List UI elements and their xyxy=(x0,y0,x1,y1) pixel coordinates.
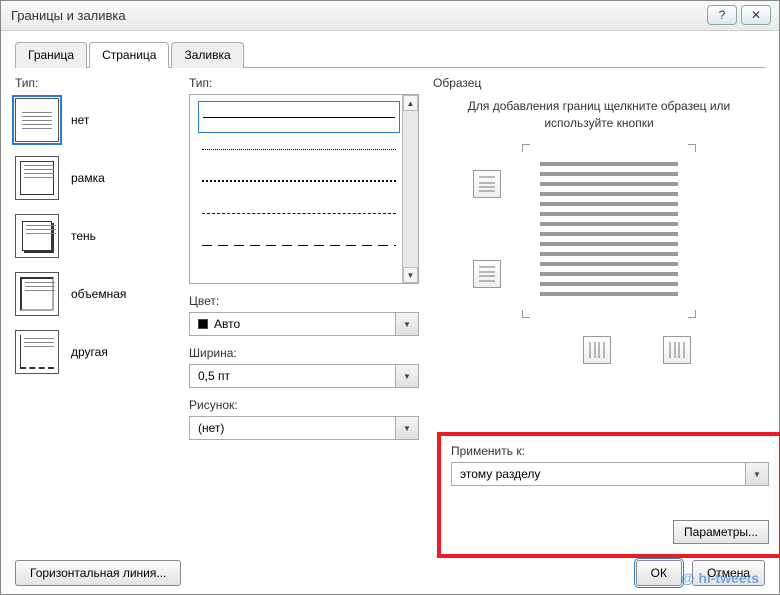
color-label: Цвет: xyxy=(189,294,419,308)
edge-right-button[interactable] xyxy=(663,336,691,364)
line-style-scrollbar[interactable]: ▲ ▼ xyxy=(402,95,418,283)
line-style-list[interactable]: ▲ ▼ xyxy=(189,94,419,284)
setting-custom-icon xyxy=(15,330,59,374)
apply-to-block: Применить к: этому разделу Параметры... xyxy=(437,432,780,558)
cancel-label: Отмена xyxy=(707,566,750,580)
art-combo[interactable]: (нет) xyxy=(189,416,419,440)
setting-shadow-icon xyxy=(15,214,59,258)
setting-label: Тип: xyxy=(15,76,175,90)
help-button[interactable]: ? xyxy=(707,5,737,25)
horizontal-line-button[interactable]: Горизонтальная линия... xyxy=(15,560,181,586)
edge-left-button[interactable] xyxy=(583,336,611,364)
setting-box-icon xyxy=(15,156,59,200)
tab-border[interactable]: Граница xyxy=(15,42,87,68)
settings-list: нет рамка xyxy=(15,94,175,374)
tab-shading[interactable]: Заливка xyxy=(171,42,243,68)
apply-to-combo[interactable]: этому разделу xyxy=(451,462,769,486)
art-value: (нет) xyxy=(198,421,224,435)
bottom-bar: Горизонтальная линия... ОК Отмена xyxy=(15,560,765,586)
setting-box-label: рамка xyxy=(71,171,105,185)
preview-label: Образец xyxy=(433,76,765,90)
preview-page[interactable] xyxy=(528,150,690,312)
border-left-icon xyxy=(587,340,607,360)
edge-bottom-button[interactable] xyxy=(473,260,501,288)
edge-top-button[interactable] xyxy=(473,170,501,198)
apply-to-value: этому разделу xyxy=(460,467,540,481)
color-combo[interactable]: Авто xyxy=(189,312,419,336)
dialog-buttons: ОК Отмена xyxy=(636,560,765,586)
color-value: Авто xyxy=(214,317,240,331)
horizontal-line-label: Горизонтальная линия... xyxy=(30,566,166,580)
setting-none-icon xyxy=(15,98,59,142)
preview-lines-icon xyxy=(540,162,678,300)
art-field: Рисунок: (нет) xyxy=(189,398,419,440)
line-style-sparse-dots[interactable] xyxy=(198,165,400,197)
line-style-dotted[interactable] xyxy=(198,133,400,165)
setting-shadow-label: тень xyxy=(71,229,96,243)
color-swatch-icon xyxy=(198,319,208,329)
border-bottom-icon xyxy=(477,264,497,284)
line-style-long-dash[interactable] xyxy=(198,229,400,261)
border-top-icon xyxy=(477,174,497,194)
setting-custom-label: другая xyxy=(71,345,108,359)
ok-label: ОК xyxy=(651,566,667,580)
setting-column: Тип: нет рамка xyxy=(15,76,175,440)
options-button-label: Параметры... xyxy=(684,525,758,539)
width-label: Ширина: xyxy=(189,346,419,360)
dialog-body: Тип: нет рамка xyxy=(15,76,765,440)
dialog-content: Граница Страница Заливка Тип: нет xyxy=(1,31,779,594)
style-column: Тип: ▲ ▼ Цвет: Авто xyxy=(189,76,419,440)
tab-page[interactable]: Страница xyxy=(89,42,169,68)
borders-shading-dialog: Границы и заливка ? ✕ Граница Страница З… xyxy=(0,0,780,595)
setting-custom[interactable]: другая xyxy=(15,330,175,374)
preview-hint: Для добавления границ щелкните образец и… xyxy=(433,94,765,140)
color-field: Цвет: Авто xyxy=(189,294,419,336)
scroll-down-icon[interactable]: ▼ xyxy=(403,267,418,283)
preview-box xyxy=(433,140,765,340)
width-combo[interactable]: 0,5 пт xyxy=(189,364,419,388)
window-title: Границы и заливка xyxy=(11,8,126,23)
setting-3d-icon xyxy=(15,272,59,316)
border-right-icon xyxy=(667,340,687,360)
close-button[interactable]: ✕ xyxy=(741,5,771,25)
style-type-label: Тип: xyxy=(189,76,419,90)
setting-none[interactable]: нет xyxy=(15,98,175,142)
setting-3d-label: объемная xyxy=(71,287,126,301)
ok-button[interactable]: ОК xyxy=(636,560,682,586)
scroll-up-icon[interactable]: ▲ xyxy=(403,95,418,111)
titlebar-buttons: ? ✕ xyxy=(707,5,771,25)
tabs: Граница Страница Заливка xyxy=(15,41,765,68)
setting-3d[interactable]: объемная xyxy=(15,272,175,316)
width-field: Ширина: 0,5 пт xyxy=(189,346,419,388)
options-button[interactable]: Параметры... xyxy=(673,520,769,544)
cancel-button[interactable]: Отмена xyxy=(692,560,765,586)
setting-box[interactable]: рамка xyxy=(15,156,175,200)
art-label: Рисунок: xyxy=(189,398,419,412)
line-style-solid[interactable] xyxy=(198,101,400,133)
setting-shadow[interactable]: тень xyxy=(15,214,175,258)
titlebar: Границы и заливка ? ✕ xyxy=(1,1,779,31)
setting-none-label: нет xyxy=(71,113,89,127)
line-style-short-dash[interactable] xyxy=(198,197,400,229)
apply-to-label: Применить к: xyxy=(451,444,769,458)
width-value: 0,5 пт xyxy=(198,369,230,383)
preview-column: Образец Для добавления границ щелкните о… xyxy=(433,76,765,440)
